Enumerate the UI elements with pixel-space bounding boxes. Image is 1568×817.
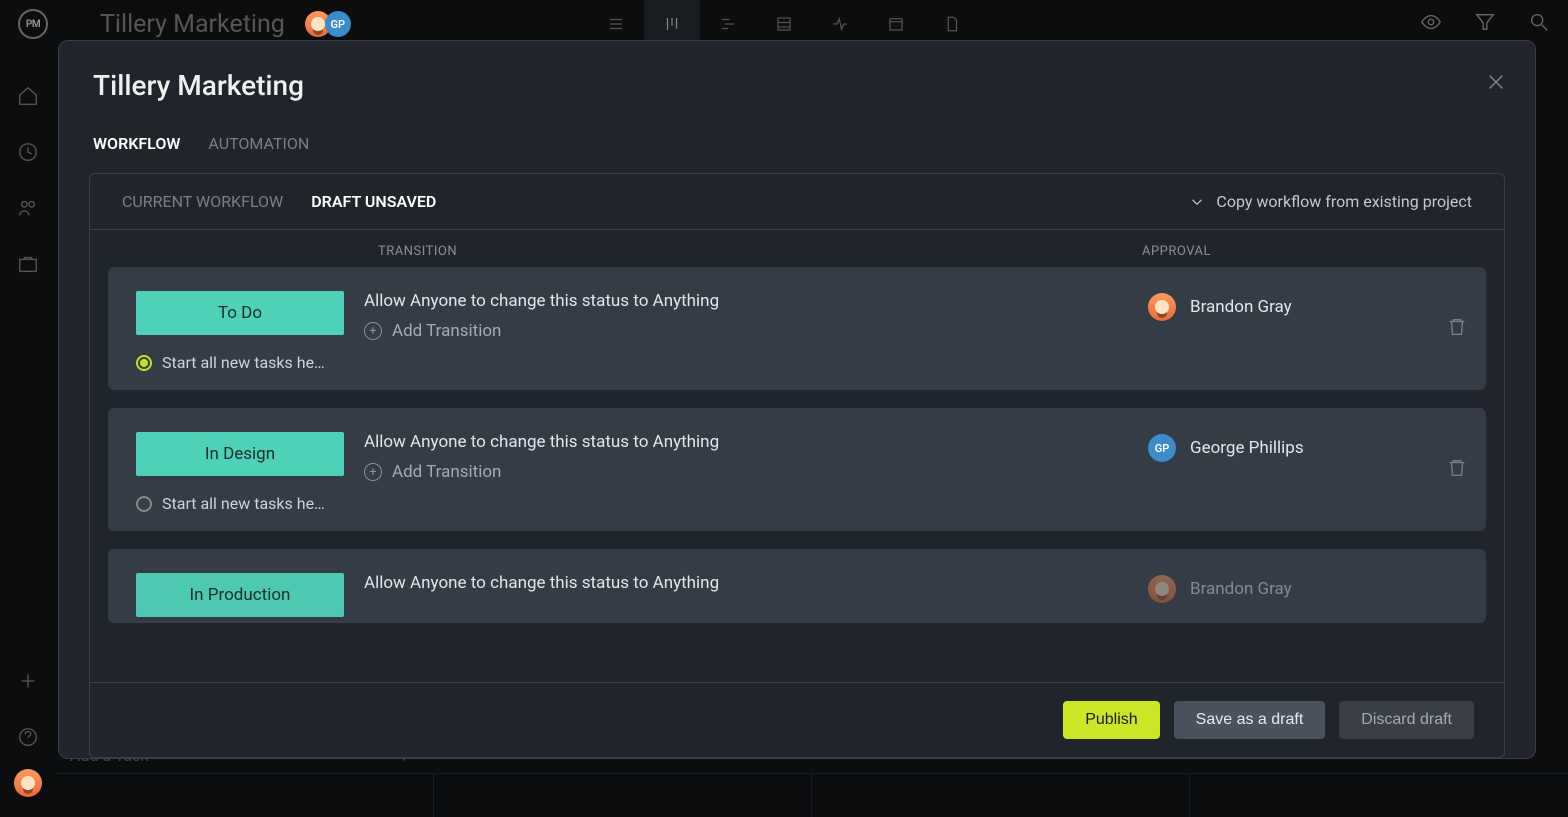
column-approval: APPROVAL (1142, 244, 1472, 259)
workflow-row: In Design Start all new tasks he… Allow … (108, 408, 1486, 531)
copy-workflow-label: Copy workflow from existing project (1216, 192, 1472, 211)
add-transition-label: Add Transition (392, 321, 501, 341)
tab-workflow[interactable]: WORKFLOW (93, 134, 180, 153)
workflow-row: In Production Allow Anyone to change thi… (108, 549, 1486, 623)
status-cell: In Production (136, 573, 362, 617)
app-logo[interactable]: PM (18, 9, 48, 39)
scroll-fade (90, 642, 1504, 682)
workflow-panel: CURRENT WORKFLOW DRAFT UNSAVED Copy work… (89, 173, 1505, 758)
tab-current-workflow[interactable]: CURRENT WORKFLOW (122, 192, 283, 211)
workflow-row: To Do Start all new tasks he… Allow Anyo… (108, 267, 1486, 390)
recent-icon[interactable] (0, 128, 56, 176)
plus-circle-icon: + (364, 322, 382, 340)
user-avatar[interactable] (14, 769, 42, 797)
delete-row-icon[interactable] (1446, 457, 1468, 483)
transition-cell: Allow Anyone to change this status to An… (362, 432, 1148, 482)
status-pill[interactable]: To Do (136, 291, 344, 335)
approval-cell[interactable]: Brandon Gray (1148, 575, 1458, 603)
approver-name: Brandon Gray (1190, 579, 1292, 599)
copy-workflow-link[interactable]: Copy workflow from existing project (1188, 192, 1472, 211)
discard-draft-button[interactable]: Discard draft (1339, 701, 1474, 739)
add-icon[interactable] (0, 657, 56, 705)
team-icon[interactable] (0, 184, 56, 232)
status-pill[interactable]: In Production (136, 573, 344, 617)
search-icon[interactable] (1528, 11, 1550, 37)
home-icon[interactable] (0, 72, 56, 120)
filter-icon[interactable] (1474, 11, 1496, 37)
top-right-actions (1420, 11, 1550, 37)
approver-name: George Phillips (1190, 438, 1304, 458)
approval-cell[interactable]: Brandon Gray (1148, 293, 1458, 321)
left-rail (0, 48, 56, 817)
transition-rule[interactable]: Allow Anyone to change this status to An… (364, 432, 1148, 452)
workflow-footer: Publish Save as a draft Discard draft (90, 682, 1504, 757)
avatar[interactable]: GP (325, 11, 351, 37)
tab-automation[interactable]: AUTOMATION (208, 134, 309, 153)
publish-button[interactable]: Publish (1063, 701, 1159, 739)
avatar: GP (1148, 434, 1176, 462)
visibility-icon[interactable] (1420, 11, 1442, 37)
workflow-rows: To Do Start all new tasks he… Allow Anyo… (90, 267, 1504, 682)
project-title-background: Tillery Marketing (100, 10, 285, 39)
approval-cell[interactable]: GP George Phillips (1148, 434, 1458, 462)
radio-icon (136, 355, 152, 371)
add-transition-button[interactable]: + Add Transition (364, 462, 1148, 482)
portfolio-icon[interactable] (0, 240, 56, 288)
transition-rule[interactable]: Allow Anyone to change this status to An… (364, 291, 1148, 311)
start-here-radio[interactable]: Start all new tasks he… (136, 353, 346, 372)
transition-cell: Allow Anyone to change this status to An… (362, 573, 1148, 593)
workflow-column-headers: TRANSITION APPROVAL (90, 230, 1504, 267)
status-cell: To Do Start all new tasks he… (136, 291, 362, 372)
help-icon[interactable] (0, 713, 56, 761)
delete-row-icon[interactable] (1446, 316, 1468, 342)
transition-rule[interactable]: Allow Anyone to change this status to An… (364, 573, 1148, 593)
status-pill[interactable]: In Design (136, 432, 344, 476)
transition-cell: Allow Anyone to change this status to An… (362, 291, 1148, 341)
approver-name: Brandon Gray (1190, 297, 1292, 317)
add-transition-button[interactable]: + Add Transition (364, 321, 1148, 341)
plus-circle-icon: + (364, 463, 382, 481)
start-here-radio[interactable]: Start all new tasks he… (136, 494, 346, 513)
add-transition-label: Add Transition (392, 462, 501, 482)
tab-draft-unsaved[interactable]: DRAFT UNSAVED (311, 192, 436, 211)
column-transition: TRANSITION (378, 244, 1142, 259)
avatar (1148, 575, 1176, 603)
close-icon[interactable] (1485, 71, 1507, 97)
modal-header: Tillery Marketing (59, 65, 1535, 120)
radio-icon (136, 496, 152, 512)
avatar (1148, 293, 1176, 321)
workflow-modal: Tillery Marketing WORKFLOW AUTOMATION CU… (58, 40, 1536, 759)
start-here-label: Start all new tasks he… (162, 494, 325, 513)
header-avatars[interactable]: GP (311, 11, 351, 37)
modal-tabs: WORKFLOW AUTOMATION (59, 120, 1535, 173)
status-cell: In Design Start all new tasks he… (136, 432, 362, 513)
save-draft-button[interactable]: Save as a draft (1174, 701, 1326, 739)
workflow-topbar: CURRENT WORKFLOW DRAFT UNSAVED Copy work… (90, 174, 1504, 230)
board-columns-background (56, 773, 1568, 817)
modal-title: Tillery Marketing (93, 69, 1501, 102)
chevron-down-icon (1188, 193, 1206, 211)
start-here-label: Start all new tasks he… (162, 353, 325, 372)
